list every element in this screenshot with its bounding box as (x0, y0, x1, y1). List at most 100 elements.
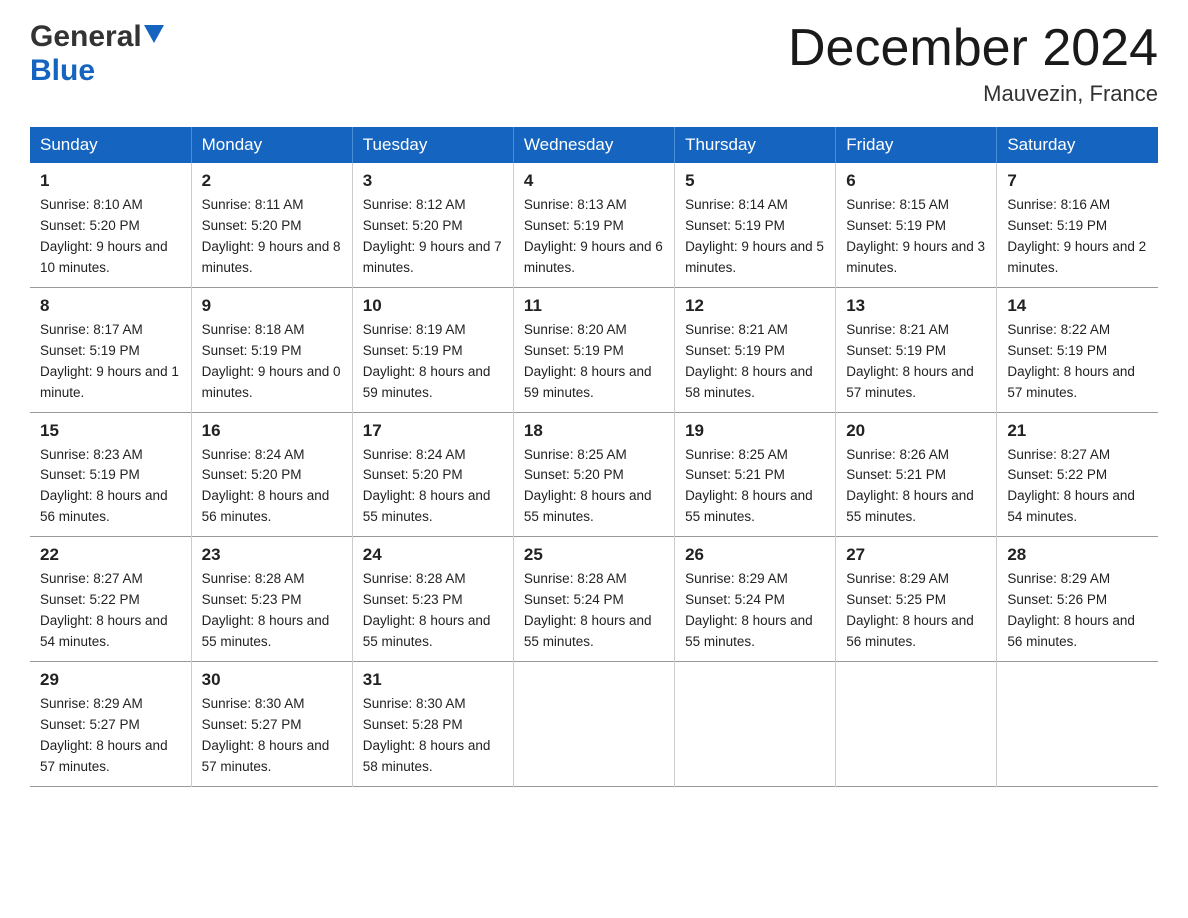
day-number: 28 (1007, 545, 1148, 565)
day-number: 30 (202, 670, 342, 690)
day-cell: 15 Sunrise: 8:23 AMSunset: 5:19 PMDayligh… (30, 412, 191, 537)
day-number: 14 (1007, 296, 1148, 316)
day-number: 1 (40, 171, 181, 191)
day-info: Sunrise: 8:21 AMSunset: 5:19 PMDaylight:… (685, 322, 813, 400)
day-cell: 25 Sunrise: 8:28 AMSunset: 5:24 PMDayligh… (513, 537, 674, 662)
header-cell-thursday: Thursday (675, 127, 836, 163)
day-cell: 19 Sunrise: 8:25 AMSunset: 5:21 PMDayligh… (675, 412, 836, 537)
day-cell: 5 Sunrise: 8:14 AMSunset: 5:19 PMDaylight… (675, 163, 836, 287)
day-cell: 11 Sunrise: 8:20 AMSunset: 5:19 PMDayligh… (513, 287, 674, 412)
day-info: Sunrise: 8:30 AMSunset: 5:28 PMDaylight:… (363, 696, 491, 774)
day-number: 21 (1007, 421, 1148, 441)
day-cell: 3 Sunrise: 8:12 AMSunset: 5:20 PMDaylight… (352, 163, 513, 287)
day-info: Sunrise: 8:21 AMSunset: 5:19 PMDaylight:… (846, 322, 974, 400)
day-number: 12 (685, 296, 825, 316)
day-info: Sunrise: 8:22 AMSunset: 5:19 PMDaylight:… (1007, 322, 1135, 400)
day-cell: 17 Sunrise: 8:24 AMSunset: 5:20 PMDayligh… (352, 412, 513, 537)
day-number: 27 (846, 545, 986, 565)
header-cell-wednesday: Wednesday (513, 127, 674, 163)
logo: General Blue (30, 20, 164, 88)
header-cell-sunday: Sunday (30, 127, 191, 163)
day-number: 8 (40, 296, 181, 316)
header-cell-monday: Monday (191, 127, 352, 163)
day-info: Sunrise: 8:14 AMSunset: 5:19 PMDaylight:… (685, 197, 824, 275)
day-info: Sunrise: 8:29 AMSunset: 5:24 PMDaylight:… (685, 571, 813, 649)
day-info: Sunrise: 8:28 AMSunset: 5:23 PMDaylight:… (363, 571, 491, 649)
day-info: Sunrise: 8:19 AMSunset: 5:19 PMDaylight:… (363, 322, 491, 400)
day-number: 17 (363, 421, 503, 441)
day-number: 25 (524, 545, 664, 565)
day-info: Sunrise: 8:23 AMSunset: 5:19 PMDaylight:… (40, 447, 168, 525)
day-cell (836, 661, 997, 786)
day-number: 11 (524, 296, 664, 316)
day-info: Sunrise: 8:15 AMSunset: 5:19 PMDaylight:… (846, 197, 985, 275)
day-number: 22 (40, 545, 181, 565)
day-cell: 12 Sunrise: 8:21 AMSunset: 5:19 PMDayligh… (675, 287, 836, 412)
day-info: Sunrise: 8:26 AMSunset: 5:21 PMDaylight:… (846, 447, 974, 525)
day-info: Sunrise: 8:30 AMSunset: 5:27 PMDaylight:… (202, 696, 330, 774)
day-cell: 7 Sunrise: 8:16 AMSunset: 5:19 PMDaylight… (997, 163, 1158, 287)
day-number: 7 (1007, 171, 1148, 191)
day-cell: 29 Sunrise: 8:29 AMSunset: 5:27 PMDayligh… (30, 661, 191, 786)
day-cell: 24 Sunrise: 8:28 AMSunset: 5:23 PMDayligh… (352, 537, 513, 662)
day-cell: 28 Sunrise: 8:29 AMSunset: 5:26 PMDayligh… (997, 537, 1158, 662)
day-cell: 20 Sunrise: 8:26 AMSunset: 5:21 PMDayligh… (836, 412, 997, 537)
day-number: 20 (846, 421, 986, 441)
day-cell (513, 661, 674, 786)
day-number: 9 (202, 296, 342, 316)
day-info: Sunrise: 8:29 AMSunset: 5:25 PMDaylight:… (846, 571, 974, 649)
day-number: 2 (202, 171, 342, 191)
day-info: Sunrise: 8:18 AMSunset: 5:19 PMDaylight:… (202, 322, 341, 400)
day-info: Sunrise: 8:24 AMSunset: 5:20 PMDaylight:… (202, 447, 330, 525)
day-info: Sunrise: 8:12 AMSunset: 5:20 PMDaylight:… (363, 197, 502, 275)
day-number: 13 (846, 296, 986, 316)
day-number: 3 (363, 171, 503, 191)
day-info: Sunrise: 8:25 AMSunset: 5:20 PMDaylight:… (524, 447, 652, 525)
day-number: 10 (363, 296, 503, 316)
day-info: Sunrise: 8:29 AMSunset: 5:26 PMDaylight:… (1007, 571, 1135, 649)
day-number: 29 (40, 670, 181, 690)
day-info: Sunrise: 8:29 AMSunset: 5:27 PMDaylight:… (40, 696, 168, 774)
location-subtitle: Mauvezin, France (788, 81, 1158, 107)
day-cell: 9 Sunrise: 8:18 AMSunset: 5:19 PMDaylight… (191, 287, 352, 412)
header-row: SundayMondayTuesdayWednesdayThursdayFrid… (30, 127, 1158, 163)
day-info: Sunrise: 8:20 AMSunset: 5:19 PMDaylight:… (524, 322, 652, 400)
page-header: General Blue December 2024 Mauvezin, Fra… (30, 20, 1158, 107)
day-cell: 6 Sunrise: 8:15 AMSunset: 5:19 PMDaylight… (836, 163, 997, 287)
week-row-5: 29 Sunrise: 8:29 AMSunset: 5:27 PMDayligh… (30, 661, 1158, 786)
logo-arrow-icon (144, 25, 164, 45)
day-info: Sunrise: 8:28 AMSunset: 5:23 PMDaylight:… (202, 571, 330, 649)
week-row-2: 8 Sunrise: 8:17 AMSunset: 5:19 PMDaylight… (30, 287, 1158, 412)
day-cell: 23Sunrise: 8:28 AMSunset: 5:23 PMDayligh… (191, 537, 352, 662)
day-number: 4 (524, 171, 664, 191)
day-info: Sunrise: 8:16 AMSunset: 5:19 PMDaylight:… (1007, 197, 1146, 275)
day-number: 15 (40, 421, 181, 441)
day-cell: 22Sunrise: 8:27 AMSunset: 5:22 PMDayligh… (30, 537, 191, 662)
day-number: 18 (524, 421, 664, 441)
day-info: Sunrise: 8:28 AMSunset: 5:24 PMDaylight:… (524, 571, 652, 649)
calendar-body: 1 Sunrise: 8:10 AMSunset: 5:20 PMDaylight… (30, 163, 1158, 786)
header-cell-saturday: Saturday (997, 127, 1158, 163)
day-info: Sunrise: 8:10 AMSunset: 5:20 PMDaylight:… (40, 197, 168, 275)
day-number: 24 (363, 545, 503, 565)
day-cell: 14 Sunrise: 8:22 AMSunset: 5:19 PMDayligh… (997, 287, 1158, 412)
day-number: 31 (363, 670, 503, 690)
calendar-table: SundayMondayTuesdayWednesdayThursdayFrid… (30, 127, 1158, 786)
header-cell-tuesday: Tuesday (352, 127, 513, 163)
day-cell (675, 661, 836, 786)
day-number: 6 (846, 171, 986, 191)
day-cell: 27 Sunrise: 8:29 AMSunset: 5:25 PMDayligh… (836, 537, 997, 662)
day-info: Sunrise: 8:24 AMSunset: 5:20 PMDaylight:… (363, 447, 491, 525)
day-cell: 1 Sunrise: 8:10 AMSunset: 5:20 PMDaylight… (30, 163, 191, 287)
day-info: Sunrise: 8:11 AMSunset: 5:20 PMDaylight:… (202, 197, 341, 275)
day-cell: 26Sunrise: 8:29 AMSunset: 5:24 PMDayligh… (675, 537, 836, 662)
day-cell (997, 661, 1158, 786)
day-number: 19 (685, 421, 825, 441)
day-cell: 13 Sunrise: 8:21 AMSunset: 5:19 PMDayligh… (836, 287, 997, 412)
day-cell: 2 Sunrise: 8:11 AMSunset: 5:20 PMDaylight… (191, 163, 352, 287)
day-info: Sunrise: 8:17 AMSunset: 5:19 PMDaylight:… (40, 322, 179, 400)
day-cell: 18 Sunrise: 8:25 AMSunset: 5:20 PMDayligh… (513, 412, 674, 537)
day-number: 5 (685, 171, 825, 191)
week-row-4: 22Sunrise: 8:27 AMSunset: 5:22 PMDayligh… (30, 537, 1158, 662)
day-info: Sunrise: 8:25 AMSunset: 5:21 PMDaylight:… (685, 447, 813, 525)
